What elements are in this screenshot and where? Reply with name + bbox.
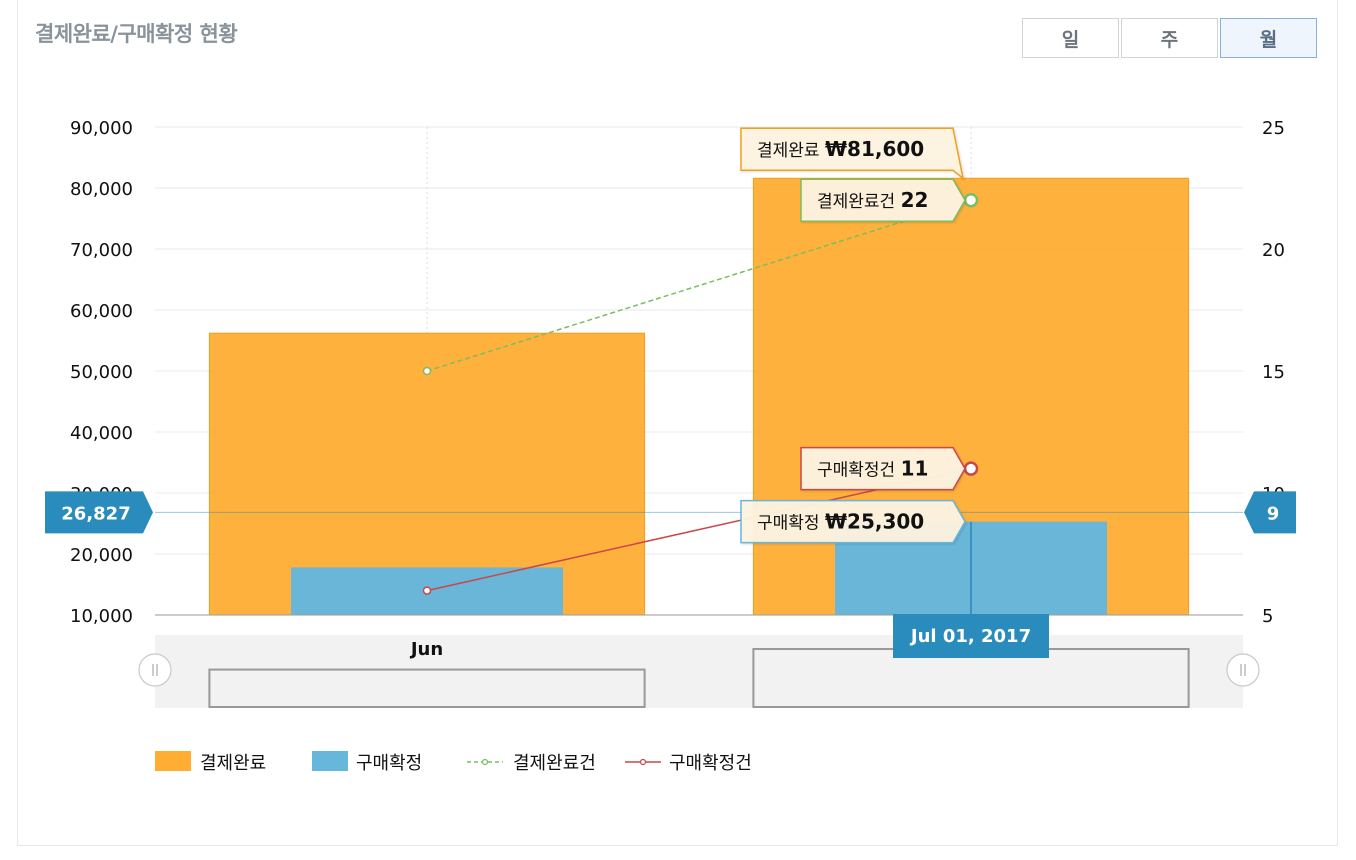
legend-label: 구매확정 bbox=[356, 753, 422, 774]
legend-label: 결제완료 bbox=[200, 753, 266, 774]
left-axis-tick: 50,000 bbox=[70, 362, 133, 383]
tooltip-value: 22 bbox=[901, 188, 929, 212]
tooltip-text: 구매확정건 11 bbox=[817, 457, 928, 481]
legend-item-결제완료[interactable]: 결제완료 bbox=[155, 751, 266, 774]
tooltip-label: 구매확정건 bbox=[817, 461, 901, 481]
left-axis-tick: 70,000 bbox=[70, 240, 133, 261]
tooltip-label: 구매확정 bbox=[757, 514, 825, 534]
cursor-right-badge: 9 bbox=[1244, 491, 1296, 534]
tooltip-구매확정건: 구매확정건 11 bbox=[800, 446, 966, 491]
point-결제완료건 bbox=[963, 192, 979, 208]
tooltip-value: ₩81,600 bbox=[825, 137, 924, 161]
left-axis-tick: 80,000 bbox=[70, 179, 133, 200]
legend-swatch bbox=[155, 751, 191, 771]
legend-label: 구매확정건 bbox=[669, 753, 752, 774]
left-axis-tick: 40,000 bbox=[70, 423, 133, 444]
cursor-category-value: Jul 01, 2017 bbox=[909, 626, 1031, 647]
tooltip-구매확정: 구매확정 ₩25,300 bbox=[740, 499, 966, 544]
right-axis-tick: 20 bbox=[1262, 240, 1285, 261]
legend-item-구매확정건[interactable]: 구매확정건 bbox=[625, 753, 752, 774]
cursor-left-value: 26,827 bbox=[61, 503, 130, 524]
legend-marker bbox=[481, 758, 489, 766]
legend-label: 결제완료건 bbox=[513, 753, 596, 774]
handle-knob bbox=[1226, 653, 1260, 687]
tooltip-value: 11 bbox=[901, 457, 929, 481]
left-axis-tick: 90,000 bbox=[70, 118, 133, 139]
right-axis-tick: 5 bbox=[1262, 606, 1273, 627]
legend-marker bbox=[639, 758, 647, 766]
scrollbar-right-handle[interactable] bbox=[1226, 653, 1260, 687]
tooltip-value: ₩25,300 bbox=[825, 510, 924, 534]
handle-knob bbox=[138, 653, 172, 687]
tooltip-결제완료: 결제완료 ₩81,600 bbox=[740, 127, 965, 181]
left-axis-tick: 60,000 bbox=[70, 301, 133, 322]
category-label: Jun bbox=[409, 639, 443, 660]
left-axis-tick: 20,000 bbox=[70, 545, 133, 566]
tooltip-text: 구매확정 ₩25,300 bbox=[757, 510, 924, 534]
tooltip-text: 결제완료건 22 bbox=[817, 188, 928, 212]
tooltip-text: 결제완료 ₩81,600 bbox=[757, 137, 924, 161]
point-구매확정건 bbox=[963, 461, 979, 476]
cursor-left-badge: 26,827 bbox=[45, 491, 153, 534]
right-axis-tick: 25 bbox=[1262, 118, 1285, 139]
point-구매확정건 bbox=[422, 586, 432, 595]
right-axis-tick: 15 bbox=[1262, 362, 1285, 383]
tooltip-결제완료건: 결제완료건 22 bbox=[800, 178, 966, 222]
combo-chart: 10,00020,00030,00040,00050,00060,00070,0… bbox=[45, 118, 1296, 774]
cursor-right-value: 9 bbox=[1267, 503, 1280, 524]
tooltip-label: 결제완료 bbox=[757, 141, 825, 161]
scrollbar-left-handle[interactable] bbox=[138, 653, 172, 687]
cursor-category-badge: Jul 01, 2017 bbox=[893, 614, 1049, 658]
left-axis-tick: 10,000 bbox=[70, 606, 133, 627]
point-결제완료건 bbox=[422, 366, 432, 376]
scrollbar-track bbox=[155, 635, 1243, 708]
legend-item-결제완료건[interactable]: 결제완료건 bbox=[467, 753, 596, 774]
legend-swatch bbox=[312, 751, 348, 771]
legend-item-구매확정[interactable]: 구매확정 bbox=[312, 751, 422, 774]
tooltip-label: 결제완료건 bbox=[817, 192, 901, 212]
